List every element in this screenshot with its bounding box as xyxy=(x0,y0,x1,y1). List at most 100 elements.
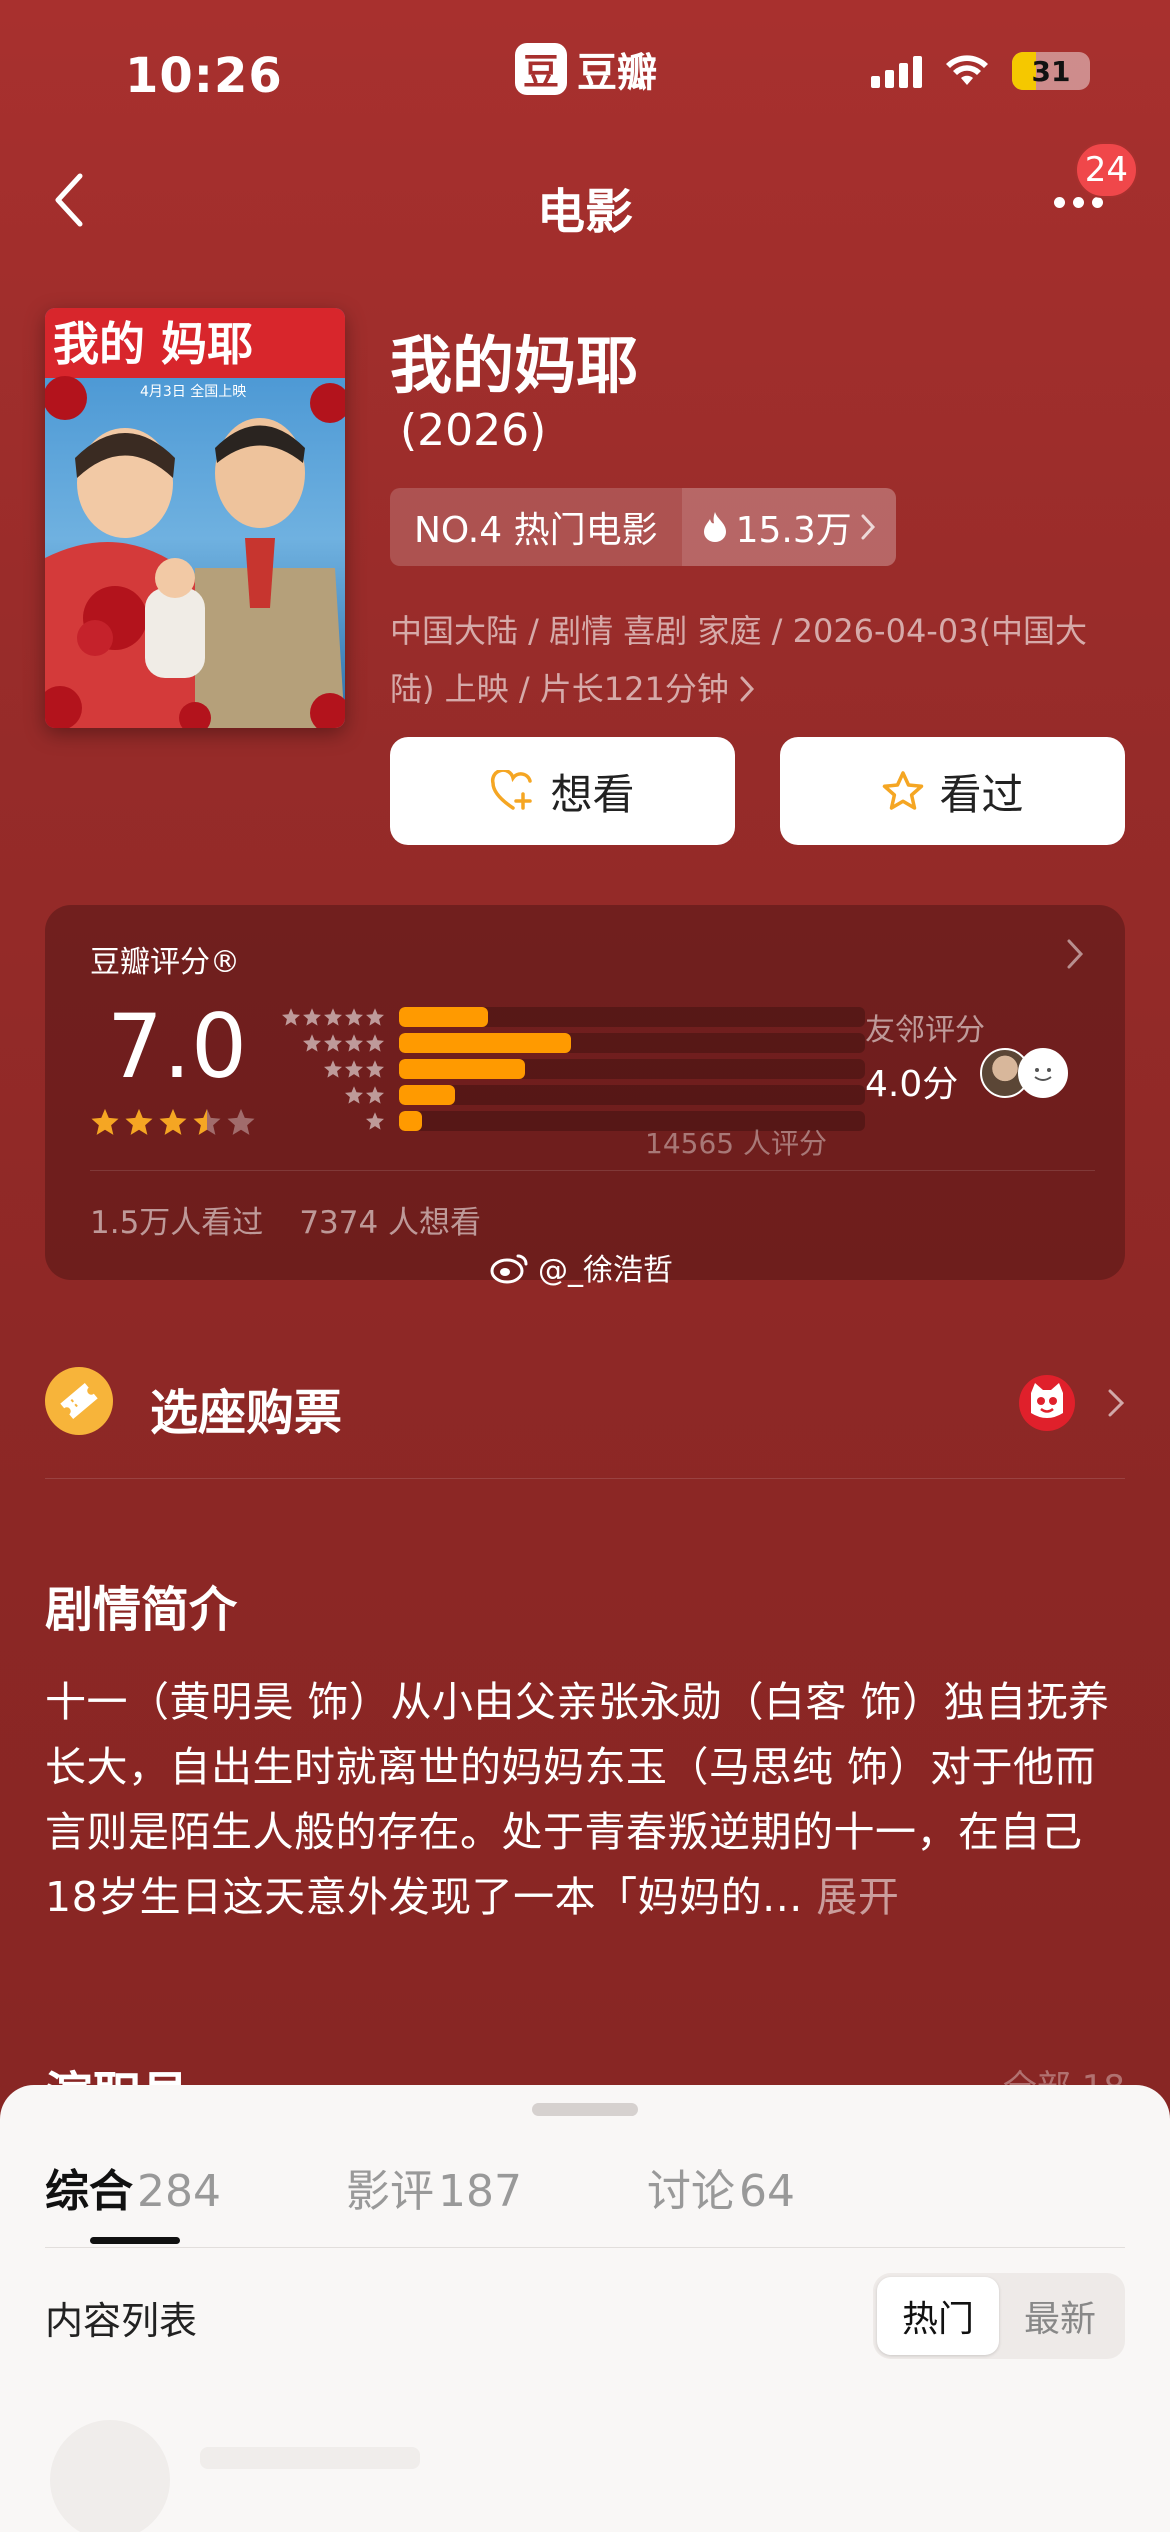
histogram-bar xyxy=(399,1007,488,1027)
heat-value: 15.3万 xyxy=(735,510,852,551)
synopsis-body: 十一（黄明昊 饰）从小由父亲张永勋（白客 饰）独自抚养长大，自出生时就离世的妈妈… xyxy=(45,1678,1110,1921)
watched-button[interactable]: 看过 xyxy=(780,737,1125,845)
divider xyxy=(45,2247,1125,2248)
synopsis-text[interactable]: 十一（黄明昊 饰）从小由父亲张永勋（白客 饰）独自抚养长大，自出生时就离世的妈妈… xyxy=(45,1670,1135,1930)
divider xyxy=(90,1170,1095,1171)
heart-plus-icon xyxy=(491,770,533,810)
seen-label: 看过 xyxy=(939,769,1024,819)
loading-text-placeholder xyxy=(200,2447,420,2469)
histogram-row xyxy=(275,1005,865,1029)
rating-star-icon xyxy=(124,1107,154,1141)
divider xyxy=(45,1478,1125,1479)
sort-toggle: 热门 最新 xyxy=(873,2273,1125,2359)
rating-card[interactable]: 豆瓣评分® 7.0 14565 人评分 友邻评分 4.0分 1.5万人看过 73… xyxy=(45,905,1125,1280)
watermark-text: @_徐浩哲 xyxy=(538,1253,673,1288)
histogram-bar xyxy=(399,1059,525,1079)
tab-label: 综合 xyxy=(45,2166,133,2217)
want-to-watch-button[interactable]: 想看 xyxy=(390,737,735,845)
douban-logo-icon: 豆 xyxy=(515,43,567,95)
meta-line: 陆) 上映 / 片长121分钟 xyxy=(390,670,729,708)
tab-count: 187 xyxy=(437,2166,522,2217)
tab-overview[interactable]: 综合284 xyxy=(45,2155,221,2219)
histogram-stars xyxy=(275,1007,385,1027)
chevron-right-icon[interactable] xyxy=(1065,937,1085,971)
synopsis-title: 剧情简介 xyxy=(45,1582,238,1638)
tab-count: 64 xyxy=(738,2166,795,2217)
sort-newest-button[interactable]: 最新 xyxy=(999,2277,1121,2355)
ticket-icon xyxy=(45,1367,113,1435)
rating-histogram xyxy=(275,1005,865,1135)
histogram-track xyxy=(399,1007,865,1027)
ranking-pill[interactable]: NO.4 热门电影 15.3万 xyxy=(390,488,896,566)
friend-avatars[interactable] xyxy=(980,1048,1090,1102)
buy-ticket-label: 选座购票 xyxy=(150,1385,343,1441)
chevron-right-icon xyxy=(861,514,875,540)
page-title: 电影 xyxy=(536,184,633,240)
histogram-track xyxy=(399,1085,865,1105)
weibo-watermark: @_徐浩哲 xyxy=(490,1245,673,1289)
content-tabs: 综合284 影评187 讨论64 xyxy=(45,2155,920,2219)
app-name: 豆瓣 xyxy=(577,50,657,96)
movie-detail-page: 10:26 豆 豆瓣 31 电影 24 我的 妈耶 4月3日 全国上映 我的妈耶… xyxy=(0,0,1170,2532)
wish-count: 7374 人想看 xyxy=(299,1205,482,1241)
status-indicators: 31 xyxy=(871,52,1090,90)
movie-title: 我的妈耶 xyxy=(390,329,639,402)
battery-icon: 31 xyxy=(1012,52,1090,90)
chevron-right-icon xyxy=(740,676,754,702)
histogram-bar xyxy=(399,1033,572,1053)
tab-reviews[interactable]: 影评187 xyxy=(346,2155,522,2219)
histogram-row xyxy=(275,1083,865,1107)
status-time: 10:26 xyxy=(125,48,283,104)
tab-label: 讨论 xyxy=(646,2166,735,2217)
friends-rating-title: 友邻评分 xyxy=(865,1013,985,1048)
chevron-right-icon xyxy=(1108,1389,1125,1417)
heat-segment[interactable]: 15.3万 xyxy=(681,488,896,566)
friends-rating-score: 4.0分 xyxy=(865,1064,959,1105)
movie-meta[interactable]: 中国大陆 / 剧情 喜剧 家庭 / 2026-04-03(中国大 陆) 上映 /… xyxy=(390,602,1120,718)
app-badge: 豆 豆瓣 xyxy=(515,40,657,98)
rating-stars xyxy=(90,1107,256,1141)
rank-label: NO.4 热门电影 xyxy=(390,488,682,566)
rating-title: 豆瓣评分® xyxy=(90,945,240,980)
rating-star-icon xyxy=(158,1107,188,1141)
tab-discussion[interactable]: 讨论64 xyxy=(647,2155,795,2219)
histogram-stars xyxy=(275,1111,385,1131)
status-bar: 10:26 豆 豆瓣 31 xyxy=(0,0,1170,150)
meta-line: 中国大陆 / 剧情 喜剧 家庭 / 2026-04-03(中国大 xyxy=(390,612,1088,650)
comments-sheet[interactable]: 综合284 影评187 讨论64 内容列表 热门 最新 xyxy=(0,2085,1170,2532)
wifi-icon xyxy=(946,55,988,85)
rating-star-icon xyxy=(226,1107,256,1141)
tab-label: 影评 xyxy=(345,2166,434,2217)
movie-poster[interactable]: 我的 妈耶 4月3日 全国上映 xyxy=(45,308,345,728)
histogram-bar xyxy=(399,1111,423,1131)
flame-icon xyxy=(703,512,726,542)
loading-avatar-placeholder xyxy=(50,2420,170,2532)
rating-star-icon xyxy=(90,1107,120,1141)
movie-year: (2026) xyxy=(400,405,547,456)
histogram-track xyxy=(399,1033,865,1053)
sheet-drag-handle[interactable] xyxy=(532,2103,638,2116)
weibo-icon xyxy=(490,1254,528,1284)
histogram-track xyxy=(399,1059,865,1079)
rating-count: 14565 人评分 xyxy=(645,1127,827,1160)
histogram-row xyxy=(275,1031,865,1055)
sort-hot-button[interactable]: 热门 xyxy=(877,2277,999,2355)
star-outline-icon xyxy=(883,771,924,810)
maoyan-cat-icon xyxy=(1019,1375,1075,1431)
histogram-row xyxy=(275,1057,865,1081)
avatar xyxy=(1018,1048,1068,1098)
histogram-stars xyxy=(275,1033,385,1053)
active-tab-indicator xyxy=(90,2237,180,2244)
poster-date-text: 4月3日 全国上映 xyxy=(140,383,246,400)
notification-badge[interactable]: 24 xyxy=(1074,142,1138,198)
battery-level: 31 xyxy=(1031,54,1071,88)
poster-title-text: 我的 妈耶 xyxy=(53,317,253,371)
nav-bar: 电影 xyxy=(0,150,1170,250)
watch-stats: 1.5万人看过 7374 人想看 xyxy=(90,1197,481,1242)
expand-link[interactable]: 展开 xyxy=(816,1873,899,1921)
histogram-bar xyxy=(399,1085,455,1105)
rating-star-icon xyxy=(192,1107,222,1141)
cellular-signal-icon xyxy=(871,54,922,88)
content-list-label: 内容列表 xyxy=(45,2299,198,2343)
buy-ticket-row[interactable]: 选座购票 xyxy=(45,1355,1125,1450)
